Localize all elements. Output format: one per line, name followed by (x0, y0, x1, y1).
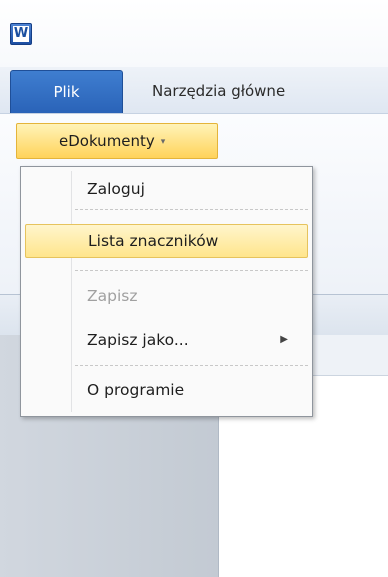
word-app-icon[interactable]: W (10, 23, 32, 45)
menu-item-lista-znacznikow[interactable]: Lista znaczników (25, 224, 308, 258)
edokumenty-label: eDokumenty (59, 132, 155, 150)
menu-separator (75, 209, 308, 210)
menu-separator (75, 365, 308, 366)
tab-home[interactable]: Narzędzia główne (140, 70, 297, 113)
edokumenty-dropdown-button[interactable]: eDokumenty ▾ (16, 123, 218, 159)
submenu-arrow-icon: ▶ (280, 334, 288, 345)
word-letter: W (13, 26, 29, 42)
tab-file[interactable]: Plik (10, 70, 123, 113)
chevron-down-icon: ▾ (160, 137, 166, 147)
title-bar: W (0, 0, 388, 67)
edokumenty-menu: Zaloguj Lista znaczników Zapisz Zapisz j… (20, 166, 313, 417)
menu-item-o-programie[interactable]: O programie (25, 373, 308, 407)
menu-separator (75, 270, 308, 271)
ribbon-tab-bar: Plik Narzędzia główne (0, 67, 388, 114)
menu-item-zaloguj[interactable]: Zaloguj (25, 172, 308, 206)
menu-item-zapisz-jako[interactable]: Zapisz jako... ▶ (25, 323, 308, 357)
menu-item-zapisz: Zapisz (87, 287, 138, 305)
menu-item-zapisz-jako-label: Zapisz jako... (87, 331, 189, 349)
